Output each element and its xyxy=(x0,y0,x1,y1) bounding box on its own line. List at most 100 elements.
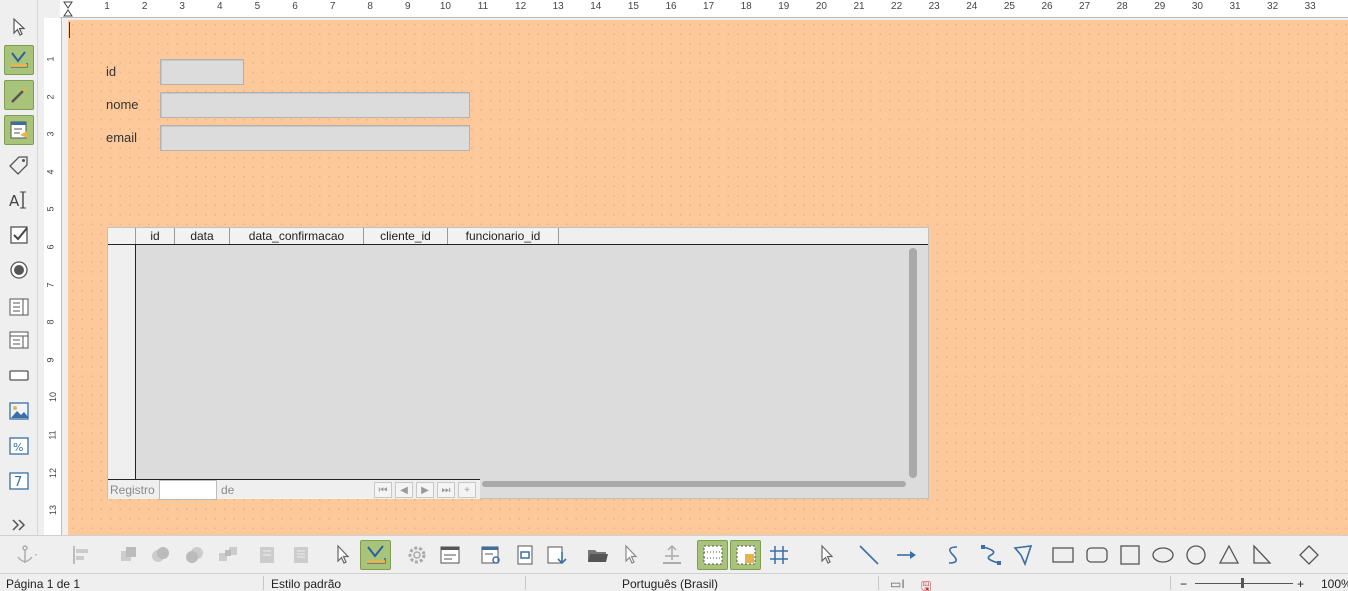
horizontal-ruler[interactable]: 1 2 3 4 5 6 7 8 9 10 11 12 13 14 15 16 17 18 19 20 21 22 23 24 2… xyxy=(60,0,1348,18)
image-button-tool[interactable] xyxy=(4,396,34,426)
previous-record-button[interactable]: ◀ xyxy=(395,482,413,498)
zoom-out-icon[interactable]: − xyxy=(1180,577,1187,591)
open-in-design-mode-button[interactable] xyxy=(584,540,612,570)
draw-select-button[interactable] xyxy=(814,540,840,570)
zoom-in-icon[interactable]: + xyxy=(1297,577,1304,591)
ruler-number: 23 xyxy=(928,1,940,12)
vertical-ruler[interactable]: 1 2 3 4 5 6 7 8 9 10 11 12 13 xyxy=(44,18,62,535)
record-number-input[interactable] xyxy=(159,480,217,500)
ruler-number: 13 xyxy=(552,1,564,12)
svg-text:A: A xyxy=(9,192,20,210)
next-record-button[interactable]: ▶ xyxy=(416,482,434,498)
select-button[interactable] xyxy=(330,540,356,570)
new-record-button[interactable]: + xyxy=(458,482,476,498)
first-record-button[interactable]: ⏮ xyxy=(374,482,392,498)
group-button[interactable] xyxy=(214,540,242,570)
column-header-data[interactable]: data xyxy=(175,228,230,244)
snap-grid-icon xyxy=(736,545,755,565)
line-tool[interactable] xyxy=(856,540,882,570)
grid-dots-icon xyxy=(703,545,722,565)
automatic-control-focus-button[interactable] xyxy=(618,540,644,570)
formatted-field-tool[interactable]: % xyxy=(4,431,34,461)
column-header-id[interactable]: id xyxy=(136,228,175,244)
document-modified-icon[interactable]: 🖫 xyxy=(921,577,931,591)
ellipse-tool[interactable] xyxy=(1150,540,1176,570)
horizontal-scrollbar[interactable] xyxy=(482,481,906,487)
activation-order-button[interactable] xyxy=(512,540,538,570)
email-field[interactable] xyxy=(160,125,470,151)
numeric-field-tool[interactable]: 7 xyxy=(4,466,34,496)
square-tool[interactable] xyxy=(1117,540,1143,570)
text-flow-button[interactable] xyxy=(288,540,314,570)
form-navigator-toggle[interactable] xyxy=(478,540,504,570)
last-record-button[interactable]: ⏭ xyxy=(437,482,455,498)
ruler-number: 10 xyxy=(439,1,451,12)
numeric-field-icon: 7 xyxy=(9,472,29,490)
grid-header: id data data_confirmacao cliente_id func… xyxy=(108,228,928,245)
send-backward-button[interactable] xyxy=(182,540,208,570)
column-header-funcionario-id[interactable]: funcionario_id xyxy=(448,228,559,244)
zoom-level[interactable]: 100% xyxy=(1321,577,1348,591)
arrow-tool[interactable] xyxy=(886,540,928,570)
align-left-icon xyxy=(73,546,88,564)
form-navigator-button[interactable] xyxy=(4,115,34,145)
snap-to-grid-toggle[interactable] xyxy=(730,540,761,570)
polygon-tool[interactable] xyxy=(1010,540,1036,570)
zoom-slider[interactable] xyxy=(1195,583,1293,584)
page-style[interactable]: Estilo padrão xyxy=(271,577,341,591)
form-properties-button[interactable] xyxy=(436,540,464,570)
design-mode-toggle[interactable] xyxy=(360,540,391,570)
add-field-button[interactable] xyxy=(544,540,570,570)
position-and-size-button[interactable] xyxy=(658,540,686,570)
bring-to-front-button[interactable] xyxy=(116,540,142,570)
display-grid-toggle[interactable] xyxy=(697,540,728,570)
points-tool[interactable] xyxy=(978,540,1004,570)
ruler-number: 10 xyxy=(48,392,59,403)
option-button-tool[interactable] xyxy=(4,255,34,285)
last-icon: ⏭ xyxy=(441,485,451,496)
basic-shapes-dropdown[interactable] xyxy=(1288,540,1330,570)
circle-tool[interactable] xyxy=(1183,540,1209,570)
triangle-tool[interactable] xyxy=(1216,540,1242,570)
curve-tool[interactable] xyxy=(932,540,974,570)
form-canvas[interactable]: id nome email id data data_confirmacao c… xyxy=(68,20,1348,535)
add-field-icon xyxy=(547,546,567,565)
text-wrap-button[interactable] xyxy=(254,540,280,570)
anchor-button[interactable] xyxy=(6,540,48,570)
id-field[interactable] xyxy=(160,59,244,85)
selection-mode-icon[interactable]: ▭I xyxy=(890,577,905,591)
table-control[interactable]: id data data_confirmacao cliente_id func… xyxy=(107,227,929,500)
combo-box-tool[interactable] xyxy=(4,325,34,355)
control-wizard-button[interactable] xyxy=(4,80,34,110)
language[interactable]: Português (Brasil) xyxy=(622,577,718,591)
list-box-tool[interactable] xyxy=(4,292,34,322)
send-forward-button[interactable] xyxy=(148,540,174,570)
ruler-number: 14 xyxy=(590,1,602,12)
page-count: Página 1 de 1 xyxy=(6,577,81,591)
helplines-button[interactable] xyxy=(766,540,792,570)
text-box-tool[interactable]: A xyxy=(4,185,34,215)
control-properties-button[interactable] xyxy=(404,540,430,570)
ruler-number: 4 xyxy=(45,169,56,175)
column-header-cliente-id[interactable]: cliente_id xyxy=(364,228,448,244)
rounded-rectangle-tool[interactable] xyxy=(1084,540,1110,570)
select-tool[interactable] xyxy=(4,12,34,42)
label-field-tool[interactable] xyxy=(4,150,34,180)
design-mode-button[interactable] xyxy=(4,45,34,75)
align-button[interactable] xyxy=(62,540,104,570)
vertical-scrollbar[interactable] xyxy=(909,248,917,478)
ruler-number: 15 xyxy=(627,1,639,12)
push-button-tool[interactable] xyxy=(4,360,34,390)
rectangle-tool[interactable] xyxy=(1050,540,1076,570)
row-header xyxy=(108,245,136,479)
zoom-slider-thumb[interactable] xyxy=(1241,578,1244,588)
check-box-tool[interactable] xyxy=(4,220,34,250)
ruler-number: 24 xyxy=(966,1,978,12)
next-icon: ▶ xyxy=(421,485,429,496)
right-triangle-tool[interactable] xyxy=(1249,540,1275,570)
image-icon xyxy=(9,402,29,420)
record-navigation-bar: Registro de ⏮ ◀ ▶ ⏭ + xyxy=(108,479,480,500)
ruler-number: 6 xyxy=(45,244,56,250)
column-header-data-confirmacao[interactable]: data_confirmacao xyxy=(230,228,364,244)
nome-field[interactable] xyxy=(160,92,470,118)
